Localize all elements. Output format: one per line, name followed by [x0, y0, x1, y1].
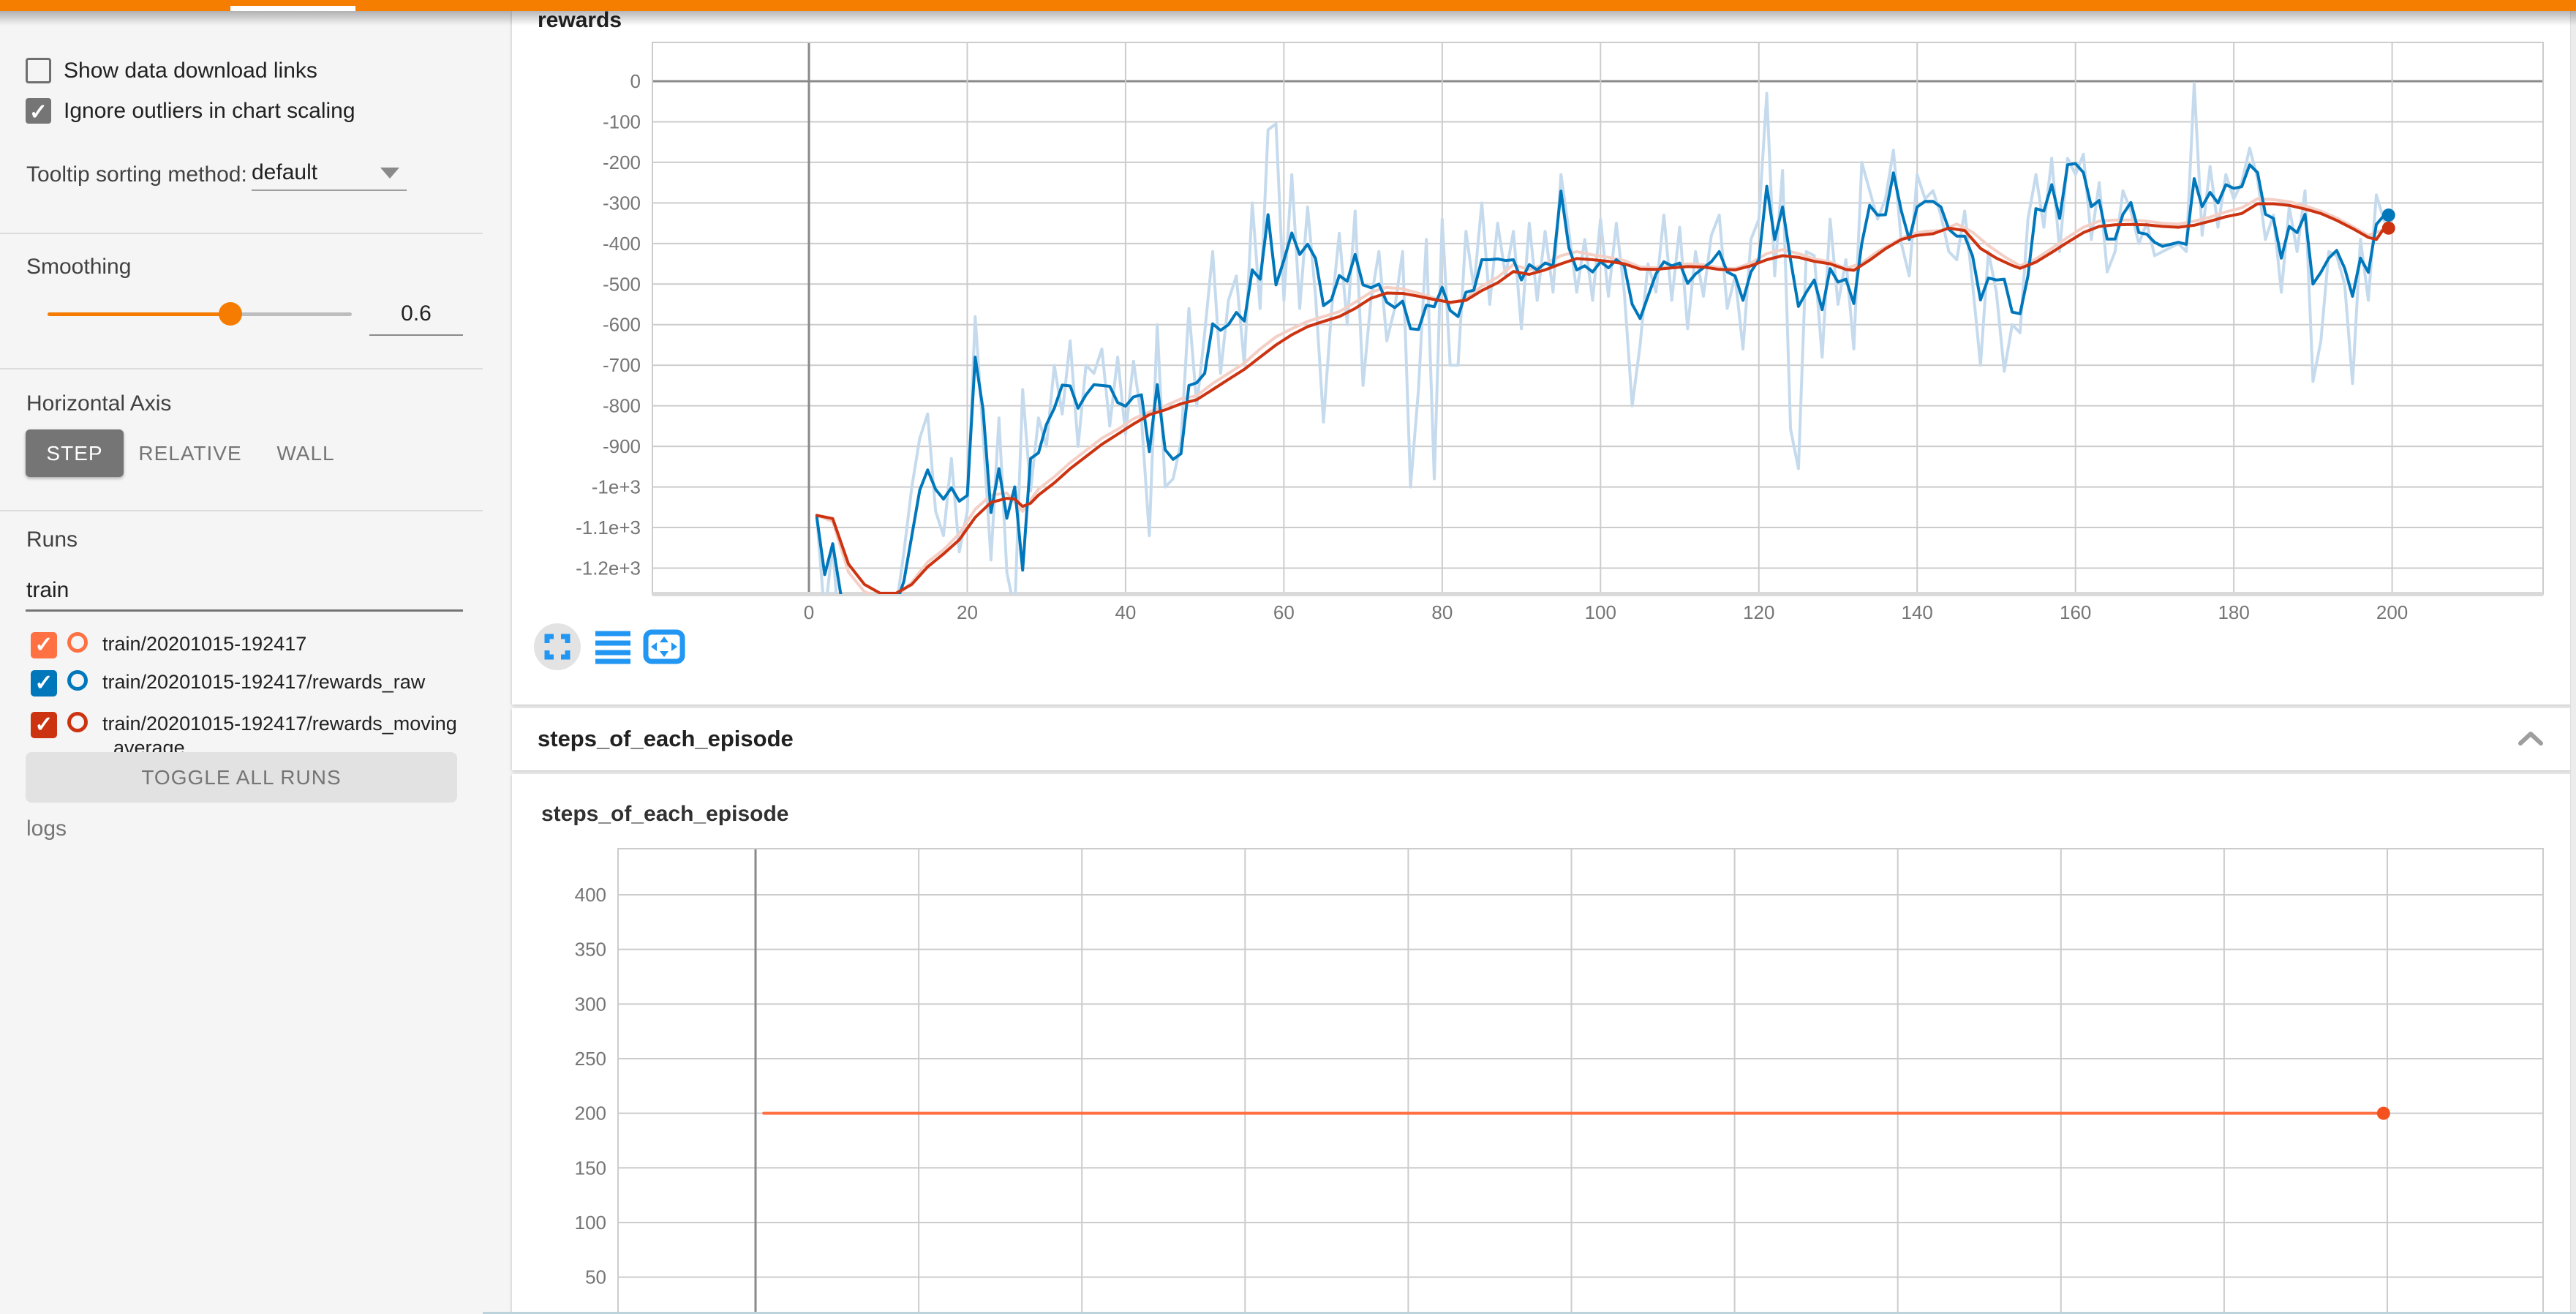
svg-text:160: 160: [2060, 601, 2091, 623]
steps-section-header[interactable]: steps_of_each_episode: [512, 708, 2572, 770]
svg-text:150: 150: [575, 1157, 606, 1179]
svg-text:100: 100: [1585, 601, 1616, 623]
svg-text:20: 20: [957, 601, 978, 623]
run-checkbox-icon[interactable]: ✓: [31, 712, 57, 738]
svg-text:350: 350: [575, 939, 606, 961]
tooltip-sorting-label: Tooltip sorting method:: [26, 162, 247, 187]
run-checkbox-icon[interactable]: ✓: [31, 670, 57, 697]
top-toolbar: [0, 0, 2576, 11]
svg-text:-1.1e+3: -1.1e+3: [576, 517, 641, 538]
runs-label: Runs: [26, 528, 78, 552]
svg-text:80: 80: [1431, 601, 1453, 623]
svg-text:400: 400: [575, 884, 606, 906]
chevron-down-icon: [380, 168, 399, 179]
ignore-outliers-row[interactable]: ✓ Ignore outliers in chart scaling: [0, 98, 483, 127]
svg-text:200: 200: [575, 1103, 606, 1125]
fullscreen-icon[interactable]: [534, 623, 581, 670]
svg-text:-800: -800: [603, 395, 641, 417]
run-radio-icon[interactable]: [67, 670, 88, 691]
svg-text:300: 300: [575, 993, 606, 1015]
scrollbar[interactable]: [2570, 11, 2576, 1314]
smoothing-slider[interactable]: [48, 312, 352, 316]
dashboard-main: rewards 0-100-200-300-400-500-600-700-80…: [512, 0, 2572, 1314]
active-tab-underline: [230, 6, 355, 11]
svg-text:-300: -300: [603, 192, 641, 214]
steps-chart-card: steps_of_each_episode 400350300250200150…: [512, 774, 2572, 1314]
run-filter-underline: [26, 609, 463, 612]
run-row[interactable]: ✓ train/20201015-192417/rewards_raw: [0, 670, 483, 717]
smoothing-value: 0.6: [369, 301, 463, 326]
divider: [0, 233, 483, 234]
logs-label: logs: [26, 816, 67, 841]
slider-knob[interactable]: [219, 302, 242, 326]
tooltip-sorting-value: default: [252, 160, 317, 184]
steps-chart[interactable]: 400 350 300 250 200 150 100 50: [512, 774, 2572, 1314]
svg-text:-1.2e+3: -1.2e+3: [576, 557, 641, 579]
svg-text:180: 180: [2218, 601, 2249, 623]
toggle-all-runs-button[interactable]: TOGGLE ALL RUNS: [26, 752, 457, 803]
svg-text:250: 250: [575, 1048, 606, 1070]
slider-fill: [48, 312, 230, 316]
axis-option-wall[interactable]: WALL: [263, 429, 348, 477]
ignore-outliers-label: Ignore outliers in chart scaling: [64, 98, 355, 124]
collapse-chevron-icon[interactable]: [2515, 727, 2547, 754]
tooltip-sorting-select[interactable]: default: [252, 160, 407, 194]
svg-text:-600: -600: [603, 314, 641, 336]
run-filter-input[interactable]: train: [26, 578, 69, 603]
svg-text:-500: -500: [603, 273, 641, 295]
smoothing-value-underline: [369, 334, 463, 336]
svg-text:140: 140: [1902, 601, 1933, 623]
checkbox-checked-icon[interactable]: ✓: [26, 98, 51, 124]
run-radio-icon[interactable]: [67, 632, 88, 653]
run-radio-icon[interactable]: [67, 712, 88, 732]
svg-text:-700: -700: [603, 354, 641, 376]
svg-text:50: 50: [585, 1266, 606, 1288]
run-checkbox-icon[interactable]: ✓: [31, 632, 57, 658]
divider: [0, 510, 483, 511]
show-download-links-row[interactable]: Show data download links: [0, 58, 483, 87]
svg-text:60: 60: [1273, 601, 1295, 623]
svg-text:-200: -200: [603, 151, 641, 173]
rewards-chart[interactable]: 0 -100 -200 -300 -400 -500 -600 -700 -800 -900 -1e…: [512, 11, 2572, 705]
run-label: train/20201015-192417/rewards_raw: [102, 670, 467, 694]
axis-option-relative[interactable]: RELATIVE: [115, 429, 265, 477]
svg-text:-100: -100: [603, 110, 641, 132]
svg-text:120: 120: [1743, 601, 1774, 623]
data-table-icon[interactable]: [590, 623, 636, 670]
svg-text:40: 40: [1115, 601, 1136, 623]
checkbox-unchecked-icon[interactable]: [26, 58, 51, 83]
fit-domain-icon[interactable]: [641, 623, 688, 670]
select-underline: [252, 189, 407, 191]
svg-text:-400: -400: [603, 233, 641, 255]
svg-text:-900: -900: [603, 435, 641, 457]
svg-text:200: 200: [2376, 601, 2408, 623]
settings-sidebar: Show data download links ✓ Ignore outlie…: [0, 11, 483, 1314]
svg-text:-1e+3: -1e+3: [592, 476, 641, 498]
svg-text:0: 0: [630, 70, 641, 92]
chart-toolbar: [534, 623, 724, 689]
svg-text:0: 0: [804, 601, 814, 623]
svg-text:100: 100: [575, 1212, 606, 1234]
rewards-card: rewards 0-100-200-300-400-500-600-700-80…: [512, 11, 2572, 705]
section-title: steps_of_each_episode: [538, 726, 794, 752]
horizontal-axis-label: Horizontal Axis: [26, 391, 171, 416]
smoothing-label: Smoothing: [26, 255, 131, 279]
divider: [0, 368, 483, 369]
show-download-links-label: Show data download links: [64, 58, 317, 83]
axis-option-step[interactable]: STEP: [26, 429, 124, 477]
run-label: train/20201015-192417: [102, 632, 467, 656]
